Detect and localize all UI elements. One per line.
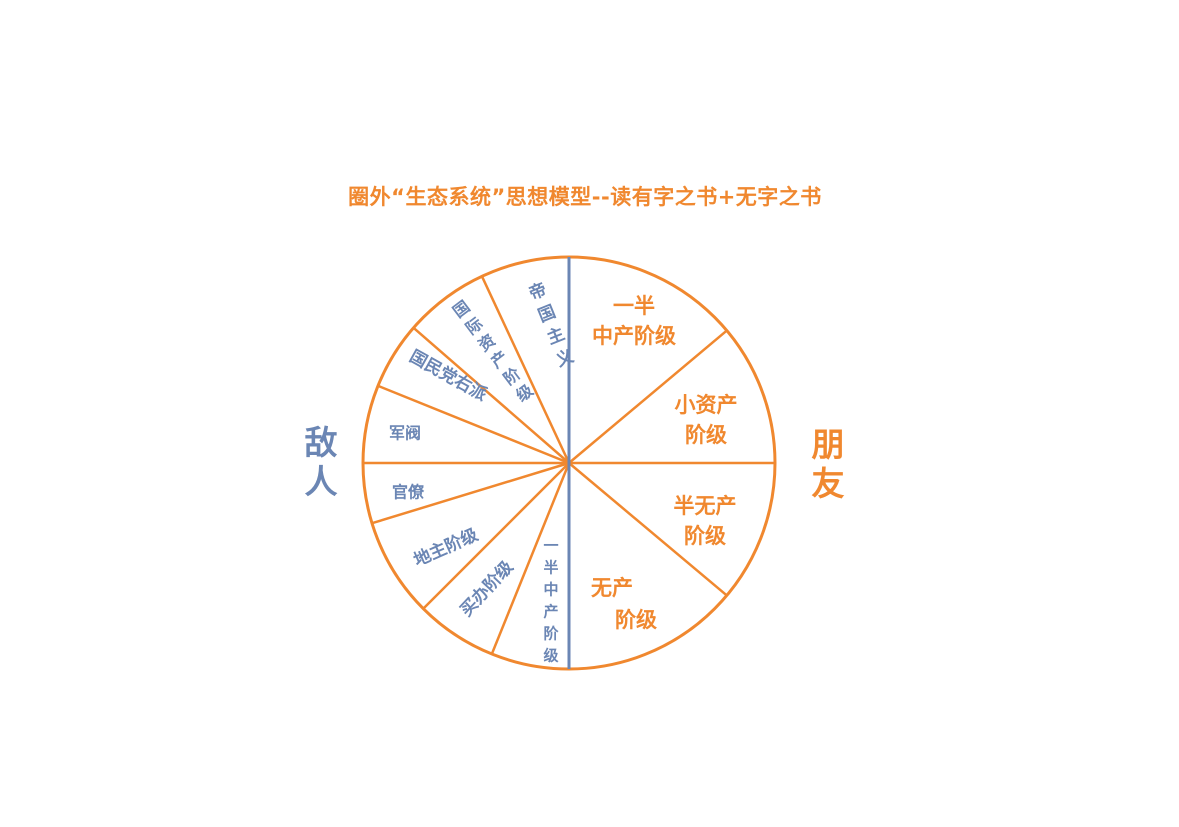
segment-kmt-right: 国民党右派 [406,346,491,406]
segment-label: 产 [543,603,558,621]
segment-label: 阶级 [685,423,727,447]
segment-half-middle-friend: 一半中产阶级 [592,294,676,348]
segment-label: 军阀 [389,424,421,443]
segment-proletariat: 无产阶级 [591,576,657,632]
segment-label: 无产 [591,576,633,600]
segment-label: 阶级 [615,608,657,632]
segment-label: 小资产 [675,393,738,417]
segment-label: 一半 [613,294,655,318]
segment-landlords: 地主阶级 [410,524,481,571]
segment-label: 一 [543,537,558,555]
segment-label: 官僚 [392,483,425,502]
segment-label: 阶 [543,625,559,643]
segment-label: 阶级 [684,524,726,548]
segment-label: 中 [543,581,558,599]
segment-half-middle-enemy: 一半中产阶级 [543,537,559,665]
segment-label: 义 [553,345,577,371]
segment-labels: 帝国主义国际资产阶级国民党右派军阀官僚地主阶级买办阶级一半中产阶级一半中产阶级小… [389,279,738,665]
segment-label: 国 [535,302,558,327]
wheel-spoke [480,275,571,464]
segment-warlords: 军阀 [389,424,421,443]
segment-label: 半 [543,559,558,577]
segment-label: 主 [544,323,568,349]
segment-petty-bourgeois: 小资产阶级 [675,393,738,447]
segment-semi-proletariat: 半无产阶级 [674,494,737,548]
segment-bureaucrats: 官僚 [392,483,425,502]
segment-label: 中产阶级 [592,324,676,348]
segment-label: 半无产 [674,494,737,518]
segment-label: 地主阶级 [410,524,481,571]
segment-label: 帝 [526,279,550,305]
segment-label: 级 [543,647,559,665]
classification-wheel: 帝国主义国际资产阶级国民党右派军阀官僚地主阶级买办阶级一半中产阶级一半中产阶级小… [361,255,777,671]
segment-label: 国民党右派 [406,346,491,406]
